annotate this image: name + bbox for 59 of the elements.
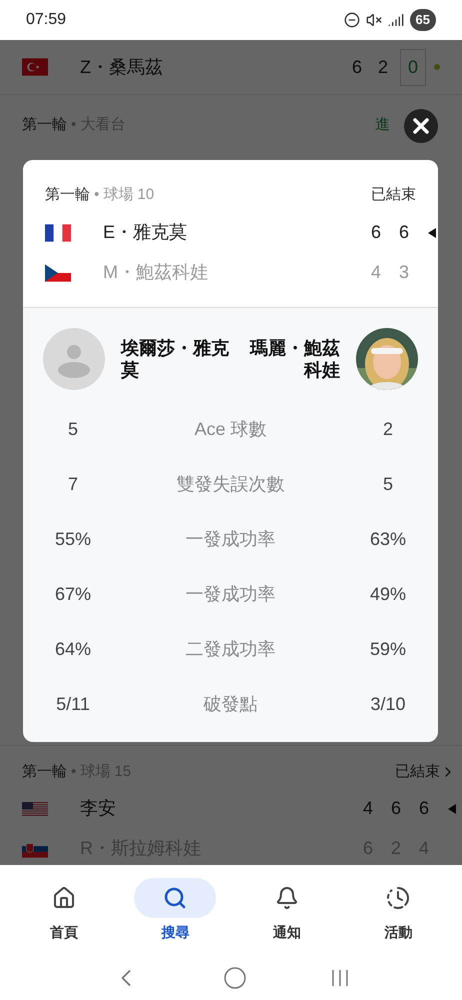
battery-level: 65 xyxy=(410,9,436,31)
stat-value: 63% xyxy=(368,528,408,550)
stat-value: 5 xyxy=(382,472,394,496)
stat-label: 一發成功率 xyxy=(184,528,276,550)
match-status: 進 xyxy=(375,114,390,135)
dnd-icon xyxy=(344,12,360,28)
bell-icon xyxy=(274,886,299,910)
stat-value: 7 xyxy=(66,472,79,496)
recent-apps-icon[interactable] xyxy=(330,968,350,988)
set-score: 6 xyxy=(418,797,430,820)
set-score: 6 xyxy=(390,797,402,820)
player-name: M・鮑茲科娃 xyxy=(103,261,209,284)
stat-value: 5/11 xyxy=(55,692,91,716)
search-icon xyxy=(163,886,188,910)
set-score: 4 xyxy=(370,261,382,284)
flag-icon xyxy=(45,222,71,242)
stat-value: 49% xyxy=(368,582,408,606)
signal-icon xyxy=(388,12,404,28)
current-game-score: 0 xyxy=(400,48,426,86)
match-status: 已結束 xyxy=(371,185,416,205)
stat-value: 3/10 xyxy=(369,692,407,716)
match-status: 已結束 xyxy=(395,762,440,782)
mute-icon xyxy=(366,12,382,28)
set-score: 4 xyxy=(362,797,374,820)
flag-icon xyxy=(45,262,71,282)
stat-label: 一發成功率 xyxy=(184,582,276,606)
winner-marker-icon xyxy=(448,804,456,814)
home-icon xyxy=(52,886,76,910)
set-score: 2 xyxy=(378,56,388,78)
stat-label: 雙發失誤次數 xyxy=(176,472,286,496)
nav-tab[interactable]: 首頁 xyxy=(14,878,114,942)
winner-marker-icon xyxy=(428,228,436,238)
nav-tab[interactable]: 活動 xyxy=(348,878,448,942)
set-score: 6 xyxy=(352,56,362,78)
clock-icon xyxy=(386,886,410,910)
stat-label: 二發成功率 xyxy=(184,638,276,660)
home-button-icon[interactable] xyxy=(222,966,247,990)
player-full-name: 瑪麗・鮑茲科娃 xyxy=(248,336,340,380)
set-score: 3 xyxy=(398,261,410,284)
player-name: Z・桑馬茲 xyxy=(80,56,164,78)
match-round: 第一輪 • 球場 10 xyxy=(45,185,154,205)
set-score: 6 xyxy=(398,221,410,244)
stat-value: 55% xyxy=(54,528,92,550)
set-score: 6 xyxy=(370,221,382,244)
stat-label: Ace 球數 xyxy=(193,418,268,440)
avatar-icon xyxy=(43,328,105,390)
status-time: 07:59 xyxy=(26,10,66,30)
stat-value: 59% xyxy=(368,638,408,660)
stat-value: 67% xyxy=(54,582,92,606)
player-name: E・雅克莫 xyxy=(103,221,188,244)
player-full-name: 埃爾莎・雅克莫 xyxy=(121,336,230,380)
stat-value: 2 xyxy=(382,418,394,440)
close-button[interactable] xyxy=(404,109,438,143)
stat-label: 破發點 xyxy=(202,692,258,716)
flag-icon xyxy=(22,57,48,77)
stat-value: 5 xyxy=(66,418,79,440)
player-name: 李安 xyxy=(80,797,117,820)
stat-value: 64% xyxy=(54,638,92,660)
nav-tab[interactable]: 通知 xyxy=(236,878,337,942)
